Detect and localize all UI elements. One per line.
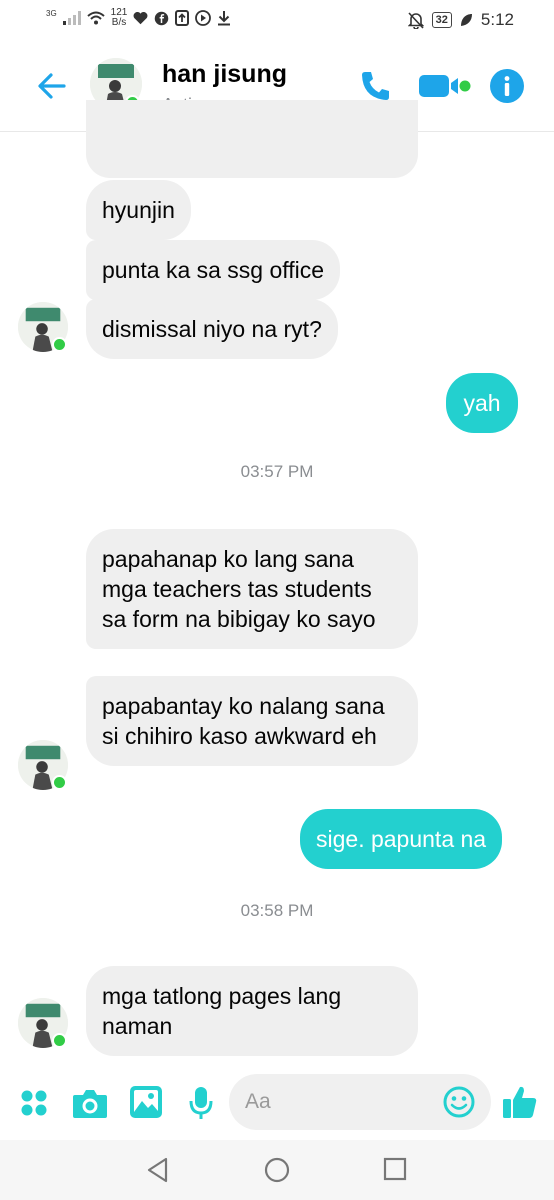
video-icon[interactable] — [418, 68, 472, 104]
thumbs-up-icon[interactable] — [502, 1084, 538, 1120]
message-input[interactable]: Aa — [229, 1074, 491, 1130]
download-icon — [218, 11, 231, 26]
microphone-icon[interactable] — [187, 1085, 215, 1121]
mute-bell-icon — [407, 11, 424, 29]
input-placeholder: Aa — [245, 1090, 271, 1113]
speed-unit: B/s — [111, 17, 127, 28]
back-arrow-icon[interactable] — [34, 68, 70, 104]
signal-icon — [62, 11, 81, 25]
online-indicator — [52, 337, 67, 352]
message-bubble-incoming[interactable]: papabantay ko nalang sana si chihiro kas… — [86, 676, 418, 766]
info-icon[interactable] — [489, 68, 525, 104]
system-navigation-bar — [0, 1140, 554, 1200]
wifi-icon — [87, 11, 105, 25]
image-icon[interactable] — [128, 1084, 164, 1120]
timestamp: 03:57 PM — [240, 462, 314, 481]
message-bubble-incoming[interactable]: papahanap ko lang sana mga teachers tas … — [86, 529, 418, 649]
menu-dots-icon[interactable] — [20, 1089, 48, 1117]
timestamp: 03:58 PM — [240, 901, 314, 920]
play-icon — [195, 10, 212, 26]
battery-level: 32 — [431, 12, 452, 28]
upload-icon — [175, 10, 190, 26]
message-composer: Aa — [0, 1064, 554, 1140]
phone-icon[interactable] — [358, 68, 394, 104]
heart-icon — [133, 11, 148, 25]
message-bubble-incoming[interactable]: mga tatlong pages lang naman — [86, 966, 418, 1056]
network-speed: 121 B/s — [111, 8, 128, 28]
contact-name[interactable]: han jisung — [162, 60, 287, 89]
facebook-icon — [155, 11, 169, 25]
message-bubble-outgoing[interactable]: yah — [446, 373, 518, 433]
nav-home-icon[interactable] — [264, 1157, 290, 1183]
message-bubble-incoming[interactable]: dismissal niyo na ryt? — [86, 299, 338, 359]
network-type: 3G — [46, 9, 57, 18]
message-bubble-incoming[interactable]: punta ka sa ssg office — [86, 240, 341, 300]
nav-back-icon[interactable] — [146, 1157, 170, 1183]
message-bubble-incoming[interactable]: hyunjin — [86, 180, 191, 240]
online-indicator — [52, 1033, 67, 1048]
status-bar: 3G 121 B/s 32 5:12 — [0, 0, 554, 42]
online-indicator — [52, 775, 67, 790]
clock: 5:12 — [480, 10, 514, 29]
nav-recents-icon[interactable] — [383, 1157, 407, 1181]
camera-icon[interactable] — [72, 1086, 108, 1120]
message-bubble-partial[interactable] — [86, 100, 418, 178]
emoji-icon[interactable] — [443, 1086, 475, 1118]
leaf-icon — [460, 14, 472, 26]
message-bubble-outgoing[interactable]: sige. papunta na — [300, 809, 503, 869]
